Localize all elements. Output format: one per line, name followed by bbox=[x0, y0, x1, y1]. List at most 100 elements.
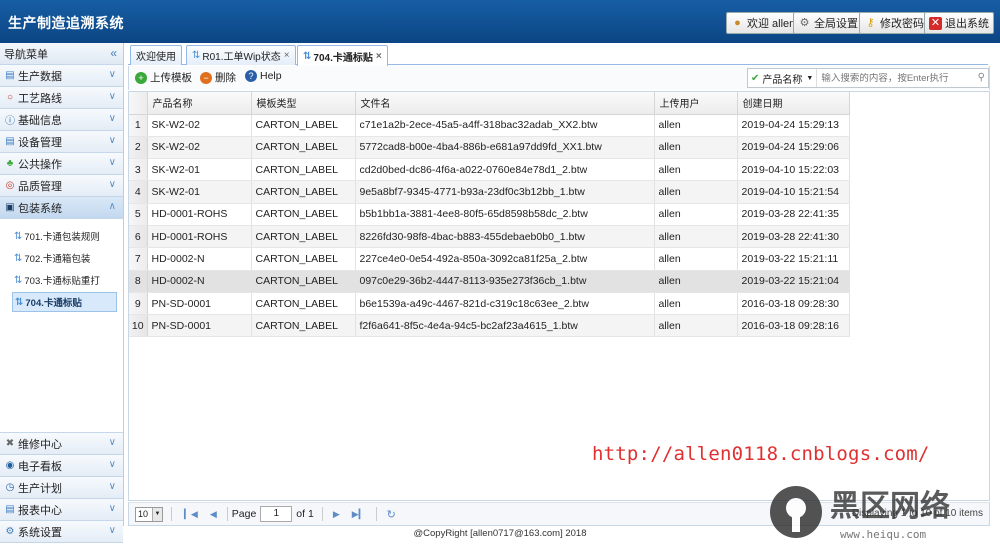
clover-icon: ♣ bbox=[6, 158, 14, 169]
delete-button[interactable]: − 删除 bbox=[200, 70, 236, 85]
sidebar-item-repair-center[interactable]: ✖ 维修中心 ∨ bbox=[0, 433, 123, 455]
first-page-icon[interactable]: ▎◀ bbox=[184, 509, 198, 520]
table-cell: 5772cad8-b00e-4ba4-886b-e681a97dd9fd_XX1… bbox=[355, 136, 655, 160]
sidebar-item-basic-info[interactable]: ⓘ 基础信息 ∨ bbox=[0, 109, 123, 131]
table-cell: 2019-04-24 15:29:13 bbox=[737, 114, 850, 137]
row-number: 7 bbox=[129, 247, 148, 271]
table-row[interactable]: 6 HD-0001-ROHS CARTON_LABEL 8226fd30-98f8-4… bbox=[129, 225, 850, 249]
row-number-header bbox=[129, 92, 148, 115]
row-number: 10 bbox=[129, 314, 148, 338]
table-cell: allen bbox=[654, 203, 738, 226]
row-number: 3 bbox=[129, 158, 148, 182]
tab-welcome[interactable]: 欢迎使用 bbox=[130, 45, 182, 65]
table-row[interactable]: 5 HD-0001-ROHS CARTON_LABEL b5b1bb1a-3881-4… bbox=[129, 203, 850, 226]
exit-icon: ✕ bbox=[929, 16, 942, 30]
column-header[interactable]: 创建日期 bbox=[737, 92, 850, 115]
sidebar-item-reports[interactable]: ▤ 报表中心 ∨ bbox=[0, 499, 123, 521]
app-header: 生产制造追溯系统 ● 欢迎 allen ⚙ 全局设置 ⚷ 修改密码 ✕ 退出系统 bbox=[0, 0, 1000, 43]
table-cell: 2016-03-18 09:28:30 bbox=[737, 292, 850, 316]
close-tab-icon[interactable]: × bbox=[376, 51, 382, 62]
search-input[interactable] bbox=[817, 72, 968, 84]
table-row[interactable]: 2 SK-W2-02 CARTON_LABEL 5772cad8-b00e-4ba4-… bbox=[129, 136, 850, 160]
table-cell: CARTON_LABEL bbox=[251, 158, 356, 182]
chevron-down-icon: ∨ bbox=[108, 437, 116, 448]
submenu-item-702[interactable]: ⇅ 702.卡通箱包装 bbox=[12, 248, 117, 268]
sidebar-item-equipment[interactable]: ▤ 设备管理 ∨ bbox=[0, 131, 123, 153]
search-field-selector[interactable]: ✔ 产品名称 ▼ bbox=[748, 69, 818, 87]
sidebar-item-quality[interactable]: ◎ 品质管理 ∨ bbox=[0, 175, 123, 197]
prev-page-icon[interactable]: ◀ bbox=[210, 509, 217, 520]
welcome-user-button[interactable]: ● 欢迎 allen bbox=[726, 12, 801, 34]
close-tab-icon[interactable]: × bbox=[284, 50, 290, 61]
upload-template-button[interactable]: + 上传模板 bbox=[135, 70, 192, 85]
logout-button[interactable]: ✕ 退出系统 bbox=[924, 12, 994, 34]
table-cell: 097c0e29-36b2-4447-8113-935e273f36cb_1.b… bbox=[355, 270, 655, 293]
divider bbox=[226, 507, 228, 521]
divider bbox=[321, 507, 323, 521]
table-row[interactable]: 9 PN-SD-0001 CARTON_LABEL b6e1539a-a49c-446… bbox=[129, 292, 850, 316]
table-cell: CARTON_LABEL bbox=[251, 270, 356, 293]
table-row[interactable]: 10 PN-SD-0001 CARTON_LABEL f2f6a641-8f5c-4e… bbox=[129, 314, 850, 338]
next-page-icon[interactable]: ▶ bbox=[333, 509, 340, 520]
table-cell: 2019-04-24 15:29:06 bbox=[737, 136, 850, 160]
table-cell: CARTON_LABEL bbox=[251, 292, 356, 316]
help-button[interactable]: ? Help bbox=[245, 70, 282, 82]
table-cell: 2019-03-28 22:41:35 bbox=[737, 203, 850, 226]
table-cell: HD-0001-ROHS bbox=[147, 225, 252, 249]
report-icon: ▤ bbox=[5, 504, 15, 515]
shield-icon: ◎ bbox=[5, 180, 15, 191]
sidebar-item-production-data[interactable]: ▤ 生产数据 ∨ bbox=[0, 65, 123, 87]
sidebar-item-e-board[interactable]: ◉ 电子看板 ∨ bbox=[0, 455, 123, 477]
table-cell: allen bbox=[654, 114, 738, 137]
table-cell: PN-SD-0001 bbox=[147, 292, 252, 316]
submenu-item-703[interactable]: ⇅ 703.卡通标贴重打 bbox=[12, 270, 117, 290]
add-icon: + bbox=[135, 71, 147, 84]
change-password-button[interactable]: ⚷ 修改密码 bbox=[859, 12, 929, 34]
link-icon: ⇅ bbox=[303, 50, 312, 62]
sidebar-item-public-ops[interactable]: ♣ 公共操作 ∨ bbox=[0, 153, 123, 175]
table-cell: allen bbox=[654, 158, 738, 182]
table-row[interactable]: 7 HD-0002-N CARTON_LABEL 227ce4e0-0e54-492a… bbox=[129, 247, 850, 271]
chevron-down-icon: ∨ bbox=[108, 481, 116, 492]
table-row[interactable]: 1 SK-W2-02 CARTON_LABEL c71e1a2b-2ece-45a5-… bbox=[129, 114, 850, 137]
sidebar-item-packaging[interactable]: ▣ 包装系统 ∧ bbox=[0, 197, 123, 219]
help-icon: ? bbox=[245, 70, 257, 82]
collapse-sidebar-icon[interactable]: « bbox=[110, 46, 117, 60]
column-header[interactable]: 产品名称 bbox=[147, 92, 252, 115]
sidebar-item-production-plan[interactable]: ◷ 生产计划 ∨ bbox=[0, 477, 123, 499]
table-row[interactable]: 8 HD-0002-N CARTON_LABEL 097c0e29-36b2-4447… bbox=[129, 270, 850, 293]
save-icon: ▣ bbox=[5, 202, 15, 213]
chevron-down-icon: ∨ bbox=[108, 113, 116, 124]
table-row[interactable]: 4 SK-W2-01 CARTON_LABEL 9e5a8bf7-9345-4771-… bbox=[129, 180, 850, 204]
table-cell: SK-W2-02 bbox=[147, 136, 252, 160]
table-cell: PN-SD-0001 bbox=[147, 314, 252, 338]
search-icon[interactable]: ⚲ bbox=[978, 72, 985, 83]
user-icon: ● bbox=[734, 16, 741, 29]
submenu-item-704[interactable]: ⇅ 704.卡通标贴 bbox=[12, 292, 117, 312]
dropdown-arrow-icon: ▼ bbox=[806, 74, 814, 82]
column-header[interactable]: 模板类型 bbox=[251, 92, 356, 115]
page-number-input[interactable]: 1 bbox=[260, 506, 293, 522]
column-header[interactable]: 上传用户 bbox=[654, 92, 738, 115]
column-header[interactable]: 文件名 bbox=[355, 92, 655, 115]
submenu-item-701[interactable]: ⇅ 701.卡通包装规则 bbox=[12, 226, 117, 246]
table-cell: allen bbox=[654, 247, 738, 271]
table-cell: 2019-03-28 22:41:30 bbox=[737, 225, 850, 249]
tab-carton-label[interactable]: ⇅ 704.卡通标贴 × bbox=[297, 45, 388, 66]
check-icon: ✔ bbox=[751, 72, 760, 84]
table-cell: allen bbox=[654, 225, 738, 249]
tab-wip-status[interactable]: ⇅ R01.工单Wip状态 × bbox=[186, 45, 296, 65]
table-cell: 2019-03-22 15:21:11 bbox=[737, 247, 850, 271]
key-icon: ⚷ bbox=[866, 16, 875, 29]
table-cell: cd2d0bed-dc86-4f6a-a022-0760e84e78d1_2.b… bbox=[355, 158, 655, 182]
table-row[interactable]: 3 SK-W2-01 CARTON_LABEL cd2d0bed-dc86-4f6a-… bbox=[129, 158, 850, 182]
table-cell: CARTON_LABEL bbox=[251, 203, 356, 226]
sidebar-item-process-route[interactable]: ○ 工艺路线 ∨ bbox=[0, 87, 123, 109]
page-size-select[interactable]: 10 ▼ bbox=[135, 506, 163, 522]
table-cell: HD-0002-N bbox=[147, 270, 252, 293]
refresh-icon[interactable]: ↻ bbox=[387, 508, 396, 521]
global-settings-button[interactable]: ⚙ 全局设置 bbox=[793, 12, 863, 34]
last-page-icon[interactable]: ▶▎ bbox=[352, 509, 366, 520]
toolbar: + 上传模板 − 删除 ? Help ✔ 产品名称 ▼ ⚲ bbox=[128, 66, 990, 90]
table-cell: allen bbox=[654, 292, 738, 316]
